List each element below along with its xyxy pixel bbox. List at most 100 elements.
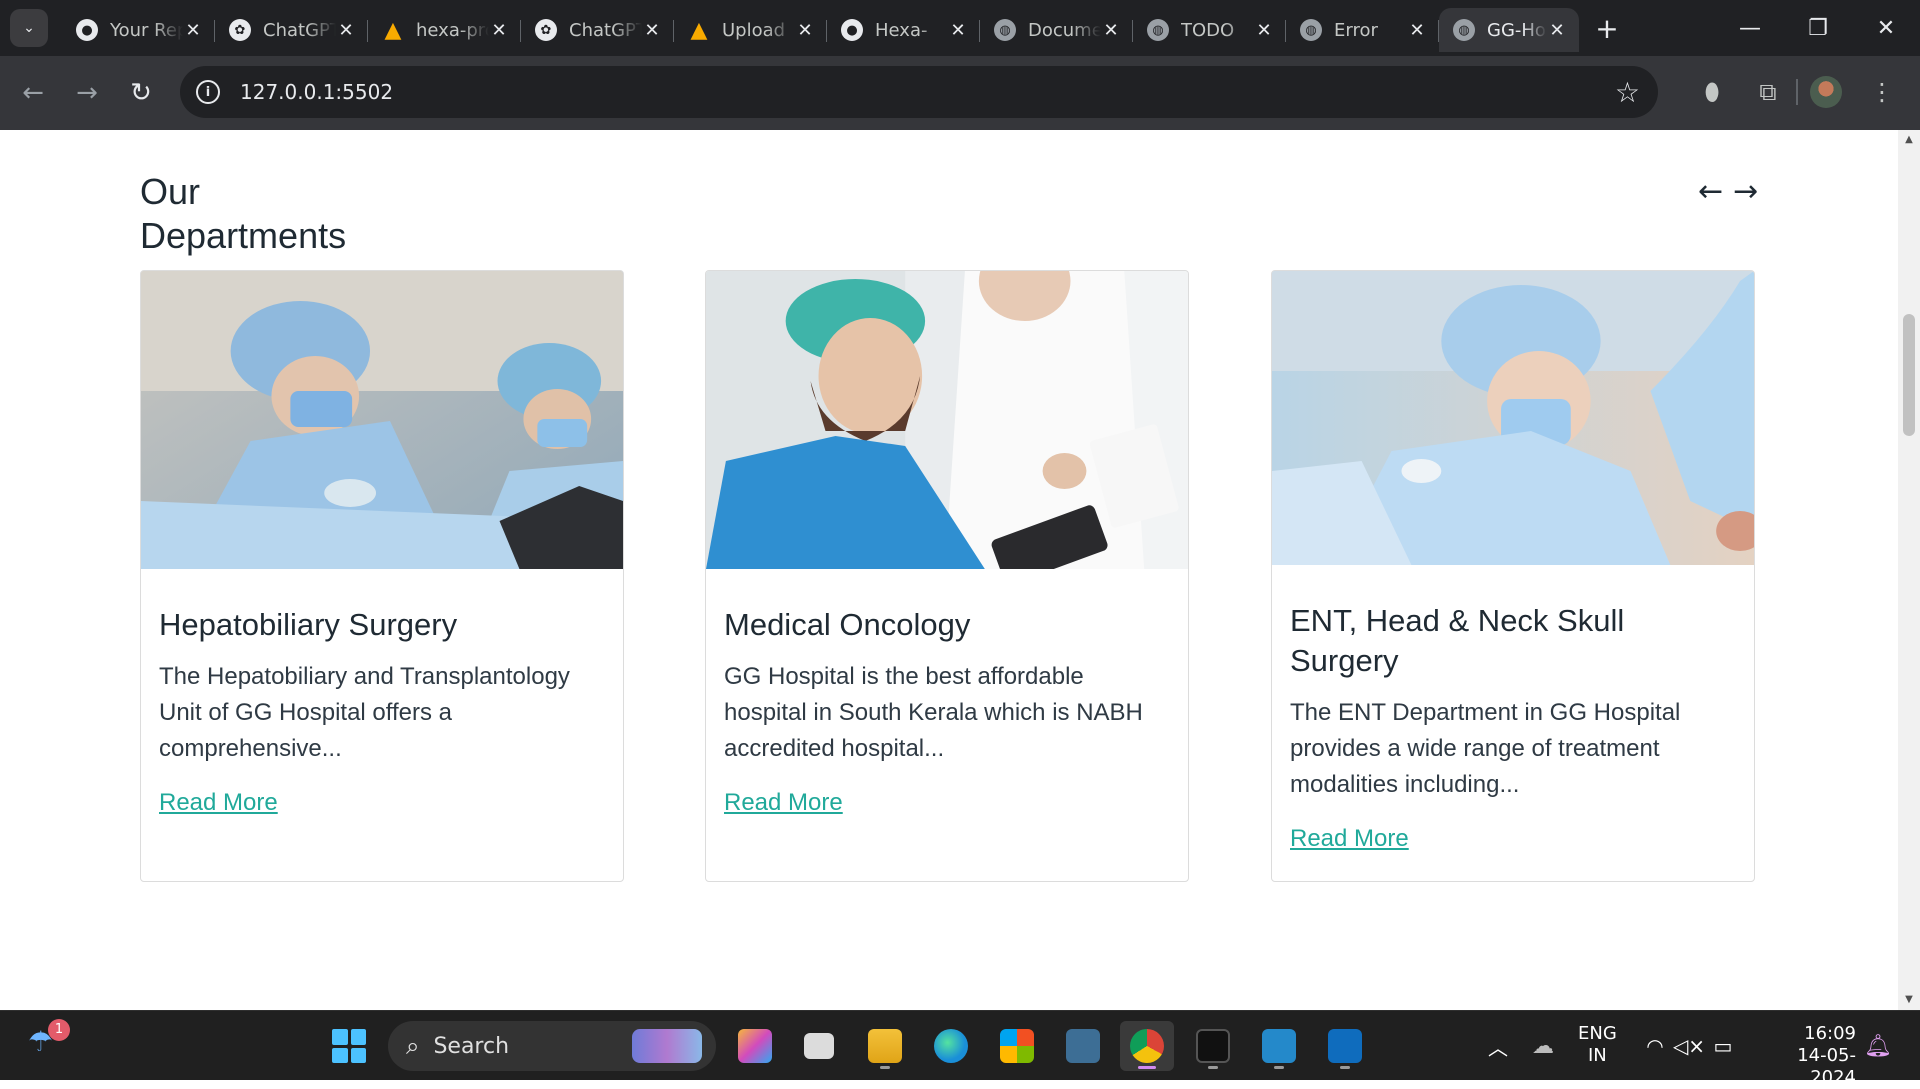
- browser-tab[interactable]: ✿ ChatGPT ✕: [215, 8, 368, 52]
- read-more-link[interactable]: Read More: [1290, 825, 1409, 853]
- back-button[interactable]: ←: [6, 66, 60, 120]
- page-scrollbar[interactable]: ▲ ▼: [1898, 130, 1920, 1010]
- globe-icon: ◍: [994, 19, 1016, 41]
- wifi-icon: ◠: [1646, 1034, 1664, 1058]
- browser-toolbar: ← → ↻ i 127.0.0.1:5502 ☆ ⬮ ⧉ ⋮: [0, 56, 1920, 130]
- tab-title: GG-Hospital: [1487, 19, 1547, 41]
- language-indicator[interactable]: ENG IN: [1578, 1023, 1617, 1067]
- arrow-left-icon: ←: [22, 78, 44, 108]
- tab-title: ChatGPT: [263, 19, 336, 41]
- page-viewport: Our Departments ← → Hepatobiliary Surger…: [0, 130, 1898, 1010]
- extension-icon[interactable]: ⬮: [1684, 66, 1740, 118]
- windows-taskbar: ☂ 1 ⌕ Search ︿ ☁ ENG IN ◠ ◁× ▭ 16:09 14-…: [0, 1010, 1920, 1088]
- browser-tab-strip: ⌄ ● Your Repositories ✕ ✿ ChatGPT ✕ ▲ he…: [0, 0, 1920, 56]
- close-tab-icon[interactable]: ✕: [948, 20, 968, 41]
- department-title: Medical Oncology: [724, 607, 971, 642]
- close-tab-icon[interactable]: ✕: [642, 20, 662, 41]
- system-tray: ︿ ☁: [1478, 1011, 1568, 1081]
- extensions-puzzle-icon[interactable]: ⧉: [1740, 66, 1796, 118]
- department-title: Hepatobiliary Surgery: [159, 607, 458, 642]
- carousel-next-arrow-icon[interactable]: →: [1733, 174, 1758, 209]
- scroll-up-arrow-icon[interactable]: ▲: [1898, 130, 1920, 150]
- menu-kebab-icon[interactable]: ⋮: [1854, 66, 1910, 118]
- search-highlight-icon: [632, 1029, 702, 1063]
- notification-badge: 1: [48, 1019, 70, 1041]
- url-text[interactable]: 127.0.0.1:5502: [240, 80, 393, 104]
- section-title: Our Departments: [140, 170, 440, 258]
- browser-tab[interactable]: ▲ Upload ✕: [674, 8, 827, 52]
- carousel-controls: ← →: [1698, 174, 1758, 209]
- scrollbar-thumb[interactable]: [1903, 314, 1915, 436]
- close-tab-icon[interactable]: ✕: [183, 20, 203, 41]
- new-tab-button[interactable]: +: [1587, 12, 1627, 45]
- chatgpt-icon: ✿: [535, 19, 557, 41]
- minimize-icon[interactable]: —: [1716, 0, 1784, 56]
- status-icons[interactable]: ◠ ◁× ▭: [1638, 1011, 1740, 1081]
- close-window-icon[interactable]: ✕: [1852, 0, 1920, 56]
- tab-title: Hexa-: [875, 19, 928, 41]
- clock-time: 16:09: [1804, 1023, 1856, 1044]
- language-region: IN: [1588, 1045, 1607, 1066]
- department-description: The Hepatobiliary and Transplantology Un…: [159, 663, 570, 762]
- browser-tab[interactable]: ● Your Repositories ✕: [62, 8, 215, 52]
- browser-tab[interactable]: ◍ Error ✕: [1286, 8, 1439, 52]
- oncology-nurse-tablet-photo: [706, 271, 1188, 569]
- weather-widget[interactable]: ☂ 1: [28, 1019, 70, 1065]
- department-card: Medical Oncology GG Hospital is the best…: [705, 270, 1189, 882]
- carousel-prev-arrow-icon[interactable]: ←: [1698, 174, 1723, 209]
- chrome-icon[interactable]: [1120, 1021, 1174, 1071]
- microsoft-store-icon[interactable]: [990, 1021, 1044, 1071]
- tab-search-button[interactable]: ⌄: [10, 9, 48, 47]
- address-bar[interactable]: i 127.0.0.1:5502 ☆: [180, 66, 1658, 118]
- chatgpt-icon: ✿: [229, 19, 251, 41]
- close-tab-icon[interactable]: ✕: [795, 20, 815, 41]
- file-explorer-icon[interactable]: [858, 1021, 912, 1071]
- terminal-icon[interactable]: [1186, 1021, 1240, 1071]
- tab-title: Document: [1028, 19, 1101, 41]
- close-tab-icon[interactable]: ✕: [1547, 20, 1567, 41]
- tab-title: hexa-project: [416, 19, 489, 41]
- restore-icon[interactable]: ❐: [1784, 0, 1852, 56]
- mysql-workbench-icon[interactable]: [1056, 1021, 1110, 1071]
- site-info-icon[interactable]: i: [196, 80, 220, 104]
- profile-avatar[interactable]: [1798, 66, 1854, 118]
- windows-start-icon[interactable]: [332, 1029, 366, 1063]
- section-title-line: Departments: [140, 215, 347, 256]
- bookmark-star-icon[interactable]: ☆: [1615, 76, 1640, 109]
- battery-icon: ▭: [1713, 1034, 1733, 1058]
- tab-title: TODO: [1181, 19, 1235, 41]
- github-icon: ●: [76, 19, 98, 41]
- browser-tab[interactable]: ▲ hexa-project ✕: [368, 8, 521, 52]
- browser-tab[interactable]: ◍ TODO ✕: [1133, 8, 1286, 52]
- reload-button[interactable]: ↻: [114, 66, 168, 120]
- close-tab-icon[interactable]: ✕: [489, 20, 509, 41]
- browser-tab[interactable]: ● Hexa- ✕: [827, 8, 980, 52]
- scroll-down-arrow-icon[interactable]: ▼: [1898, 990, 1920, 1010]
- tab-title: Upload: [722, 19, 786, 41]
- chevron-up-icon[interactable]: ︿: [1478, 1032, 1518, 1061]
- vscode-icon[interactable]: [1252, 1021, 1306, 1071]
- close-tab-icon[interactable]: ✕: [1407, 20, 1427, 41]
- copilot-icon[interactable]: [728, 1021, 782, 1071]
- search-label: Search: [433, 1033, 510, 1059]
- read-more-link[interactable]: Read More: [724, 789, 843, 817]
- read-more-link[interactable]: Read More: [159, 789, 278, 817]
- edge-icon[interactable]: [924, 1021, 978, 1071]
- department-description: GG Hospital is the best affordable hospi…: [724, 663, 1143, 762]
- reload-icon: ↻: [130, 78, 152, 108]
- taskbar-search-box[interactable]: ⌕ Search: [388, 1021, 716, 1071]
- search-icon: ⌕: [406, 1032, 420, 1060]
- clock[interactable]: 16:09 14-05-2024: [1760, 1023, 1856, 1089]
- forward-button[interactable]: →: [60, 66, 114, 120]
- notification-bell-icon[interactable]: 🔔︎: [1864, 1011, 1892, 1081]
- close-tab-icon[interactable]: ✕: [1101, 20, 1121, 41]
- browser-tab-active[interactable]: ◍ GG-Hospital ✕: [1439, 8, 1579, 52]
- browser-tab[interactable]: ◍ Document ✕: [980, 8, 1133, 52]
- outlook-icon[interactable]: [1318, 1021, 1372, 1071]
- close-tab-icon[interactable]: ✕: [1254, 20, 1274, 41]
- close-tab-icon[interactable]: ✕: [336, 20, 356, 41]
- onedrive-cloud-icon[interactable]: ☁: [1518, 1034, 1568, 1059]
- browser-tab[interactable]: ✿ ChatGPT ✕: [521, 8, 674, 52]
- github-icon: ●: [841, 19, 863, 41]
- task-view-icon[interactable]: [792, 1021, 846, 1071]
